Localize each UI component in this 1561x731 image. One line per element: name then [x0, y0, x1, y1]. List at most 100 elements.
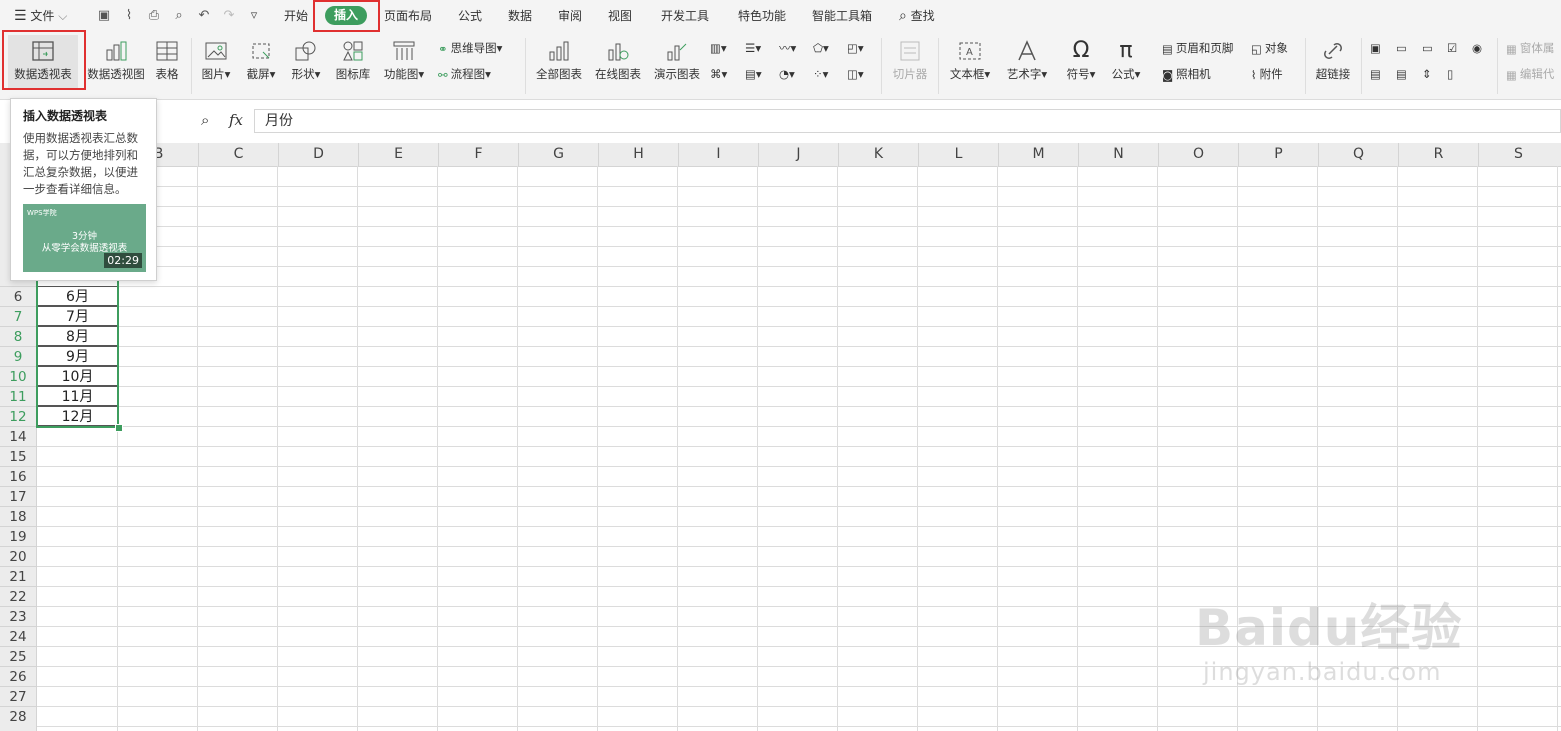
column-header[interactable]: N [1078, 143, 1158, 166]
tab-developer[interactable]: 开发工具 [661, 0, 709, 32]
area-chart-dropdown[interactable]: ◰▾ [847, 39, 864, 57]
column-header[interactable]: Q [1318, 143, 1398, 166]
row-header[interactable]: 16 [0, 466, 36, 486]
mind-map-button[interactable]: ⚭ 思维导图▾ [438, 39, 502, 57]
column-header[interactable]: F [438, 143, 518, 166]
cell-a6[interactable]: 6月 [37, 286, 118, 306]
label-control-icon[interactable]: ▣ [1370, 39, 1381, 57]
other-chart-dropdown[interactable]: ◫▾ [847, 65, 864, 83]
tab-home[interactable]: 开始 [284, 0, 308, 32]
column-header[interactable]: L [918, 143, 998, 166]
row-header[interactable]: 22 [0, 586, 36, 606]
row-header[interactable]: 12 [0, 406, 36, 426]
tab-view[interactable]: 视图 [608, 0, 632, 32]
demo-chart-button[interactable]: 演示图表 [651, 40, 703, 82]
quick-access-dropdown-icon[interactable]: ▿ [246, 8, 262, 24]
cell-a12[interactable]: 12月 [37, 406, 118, 426]
cell-a7[interactable]: 7月 [37, 306, 118, 326]
row-header[interactable]: 15 [0, 446, 36, 466]
row-header[interactable]: 14 [0, 426, 36, 446]
word-art-button[interactable]: 艺术字▾ [1003, 40, 1051, 82]
row-header[interactable]: 24 [0, 626, 36, 646]
hyperlink-button[interactable]: 超链接 [1313, 40, 1353, 82]
column-header[interactable]: M [998, 143, 1078, 166]
undo-icon[interactable]: ↶ [196, 8, 212, 24]
picture-button[interactable]: 图片▾ [197, 40, 235, 82]
column-header[interactable]: I [678, 143, 758, 166]
row-header[interactable]: 20 [0, 546, 36, 566]
tab-special-features[interactable]: 特色功能 [738, 0, 786, 32]
tutorial-video-thumbnail[interactable]: WPS学院 3分钟 从零学会数据透视表 02:29 [23, 204, 146, 272]
table-button[interactable]: 表格 [152, 40, 182, 82]
symbol-button[interactable]: Ω 符号▾ [1063, 40, 1099, 82]
all-charts-button[interactable]: 全部图表 [534, 40, 584, 82]
edit-code-button[interactable]: ▦ 编辑代 [1506, 65, 1554, 83]
formula-input[interactable]: 月份 [254, 109, 1561, 133]
column-header[interactable]: K [838, 143, 918, 166]
row-header[interactable]: 6 [0, 286, 36, 306]
tab-smart-toolbox[interactable]: 智能工具箱 [812, 0, 872, 32]
column-header[interactable]: J [758, 143, 838, 166]
tab-review[interactable]: 审阅 [558, 0, 582, 32]
print-icon[interactable]: ⎙ [146, 8, 162, 24]
redo-icon[interactable]: ↷ [221, 8, 237, 24]
frame-control-icon[interactable]: ▭ [1396, 39, 1407, 57]
combo-chart-dropdown[interactable]: ▤▾ [745, 65, 762, 83]
column-chart-dropdown[interactable]: ▥▾ [710, 39, 727, 57]
tab-insert[interactable]: 插入 [325, 6, 367, 25]
cell-a9[interactable]: 9月 [37, 346, 118, 366]
object-button[interactable]: ◱ 对象 [1251, 39, 1288, 57]
column-header[interactable]: G [518, 143, 598, 166]
column-header[interactable]: O [1158, 143, 1238, 166]
scrollbar-control-icon[interactable]: ▯ [1447, 65, 1453, 83]
radio-control-icon[interactable]: ◉ [1472, 39, 1482, 57]
text-box-button[interactable]: A 文本框▾ [947, 40, 993, 82]
camera-button[interactable]: ◙ 照相机 [1162, 65, 1211, 83]
button-control-icon[interactable]: ▭ [1422, 39, 1433, 57]
search-button[interactable]: ⌕ 查找 [899, 0, 935, 32]
zoom-formula-icon[interactable]: ⌕ [201, 111, 209, 129]
row-header[interactable]: 26 [0, 666, 36, 686]
row-header[interactable]: 18 [0, 506, 36, 526]
cell-a8[interactable]: 8月 [37, 326, 118, 346]
checkbox-control-icon[interactable]: ☑ [1447, 39, 1457, 57]
column-header[interactable]: S [1478, 143, 1558, 166]
flow-chart-button[interactable]: ⚯ 流程图▾ [438, 65, 491, 83]
row-header[interactable]: 28 [0, 706, 36, 726]
save-icon[interactable]: ▣ [96, 8, 112, 24]
pivot-chart-button[interactable]: 数据透视图 [85, 40, 147, 82]
bar-chart-dropdown[interactable]: ☰▾ [745, 39, 761, 57]
column-header[interactable]: D [278, 143, 358, 166]
icon-library-button[interactable]: 图标库 [333, 40, 373, 82]
tab-formulas[interactable]: 公式 [458, 0, 482, 32]
row-header[interactable]: 21 [0, 566, 36, 586]
function-chart-button[interactable]: 功能图▾ [380, 40, 428, 82]
column-header[interactable]: C [198, 143, 278, 166]
tab-data[interactable]: 数据 [508, 0, 532, 32]
column-header[interactable]: E [358, 143, 438, 166]
shape-button[interactable]: 形状▾ [287, 40, 325, 82]
row-header[interactable]: 10 [0, 366, 36, 386]
cell-a10[interactable]: 10月 [37, 366, 118, 386]
stock-chart-dropdown[interactable]: ⌘▾ [710, 65, 727, 83]
equation-button[interactable]: π 公式▾ [1108, 40, 1144, 82]
scatter-chart-dropdown[interactable]: ⁘▾ [813, 65, 828, 83]
radar-chart-dropdown[interactable]: ⬠▾ [813, 39, 829, 57]
print-preview-icon[interactable]: ⌕ [171, 8, 187, 24]
attachment-button[interactable]: ⌇ 附件 [1251, 65, 1283, 83]
column-header[interactable]: H [598, 143, 678, 166]
row-header[interactable]: 7 [0, 306, 36, 326]
fx-label[interactable]: fx [229, 111, 243, 129]
window-form-button[interactable]: ▦ 窗体属 [1506, 39, 1554, 57]
pivot-table-button[interactable]: 数据透视表 [8, 35, 78, 90]
line-chart-dropdown[interactable]: 〰▾ [779, 39, 796, 57]
cell-a11[interactable]: 11月 [37, 386, 118, 406]
listbox-control-icon[interactable]: ▤ [1370, 65, 1381, 83]
column-header[interactable]: R [1398, 143, 1478, 166]
row-header[interactable]: 9 [0, 346, 36, 366]
row-header[interactable]: 19 [0, 526, 36, 546]
pie-chart-dropdown[interactable]: ◔▾ [779, 65, 795, 83]
online-chart-button[interactable]: 在线图表 [592, 40, 644, 82]
spinner-control-icon[interactable]: ⇕ [1422, 65, 1432, 83]
row-header[interactable]: 25 [0, 646, 36, 666]
